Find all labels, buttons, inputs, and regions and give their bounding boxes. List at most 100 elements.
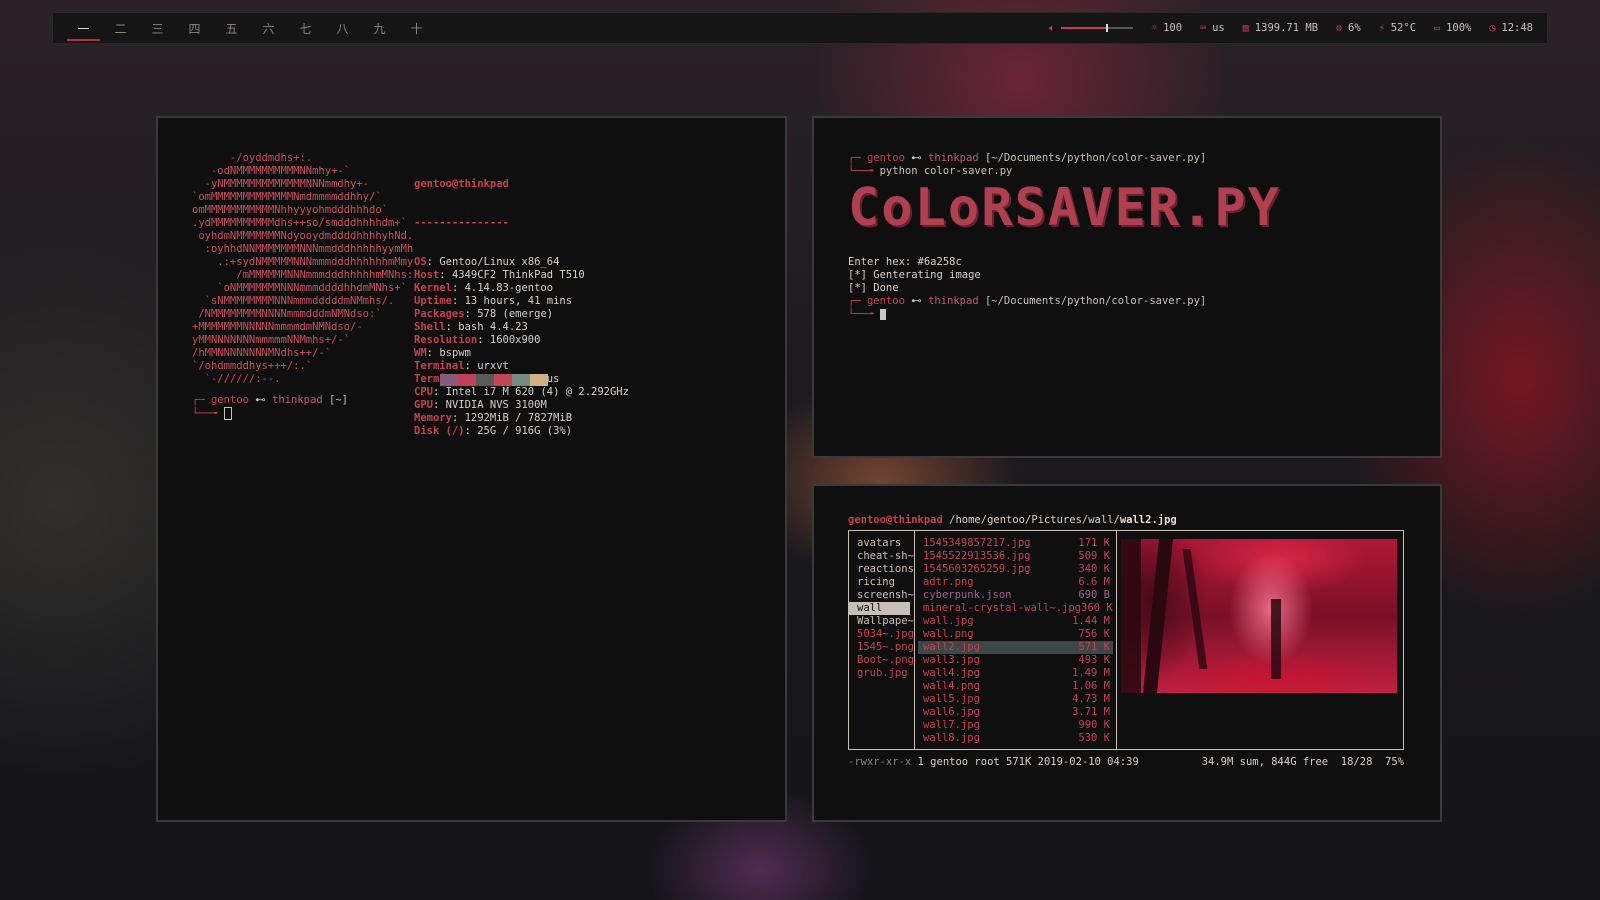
color-swatch	[440, 374, 458, 386]
file-name: wall8.jpg	[923, 732, 980, 744]
parent-entry[interactable]: wall	[849, 602, 910, 615]
info-value: 1292MiB / 7827MiB	[464, 412, 573, 424]
info-row: Disk (/): 25G / 916G (3%)	[414, 425, 629, 438]
info-separator: :	[426, 347, 440, 359]
ascii-line: :oyhhdNNMMMMMMMNNNmmdddhhhhhyymMh	[192, 243, 414, 255]
output-line: Enter hex: #6a258c	[848, 256, 962, 268]
prompt-arrow: ⊷	[911, 152, 922, 164]
file-entry[interactable]: wall.jpg 1.44 M	[915, 615, 1116, 628]
ascii-line: yMMNNNNNNNmmmmmNNMmhs+/-`	[192, 334, 351, 346]
memory-value: 1399.71 MB	[1254, 22, 1319, 34]
volume-knob[interactable]	[1105, 24, 1108, 32]
info-separator: :	[451, 412, 465, 424]
file-entry[interactable]: wall.png 756 K	[915, 628, 1116, 641]
ranger-file-manager[interactable]: gentoo@thinkpad /home/gentoo/Pictures/wa…	[812, 484, 1442, 822]
parent-entry[interactable]: 1545~.png	[849, 641, 914, 654]
volume-widget[interactable]: 🔈︎	[1049, 22, 1134, 34]
parent-entry[interactable]: reactions	[849, 563, 914, 576]
ranger-userhost: gentoo@thinkpad	[848, 514, 943, 526]
cpu-value: 6%	[1348, 22, 1361, 34]
workspace-3[interactable]: 三	[139, 13, 176, 43]
clock-widget: ◷ 12:48	[1489, 22, 1533, 34]
file-entry[interactable]: wall3.jpg 493 K	[915, 654, 1116, 667]
file-entry[interactable]: wall6.jpg 3.71 M	[915, 706, 1116, 719]
prompt-path: [~]	[328, 394, 348, 406]
info-key: OS	[414, 256, 427, 268]
file-entry[interactable]: 1545603265259.jpg 340 K	[915, 563, 1116, 576]
workspace-9[interactable]: 九	[361, 13, 398, 43]
thermometer-icon: ⚡	[1378, 22, 1385, 34]
colorsaver-terminal[interactable]: ┌─ gentoo ⊷ thinkpad [~/Documents/python…	[812, 116, 1442, 458]
parent-entry[interactable]: 5034~.jpg	[849, 628, 914, 641]
file-size: 493 K	[1078, 654, 1110, 666]
workspace-2[interactable]: 二	[102, 13, 139, 43]
parent-entry[interactable]: ricing	[849, 576, 914, 589]
output-line: [*] Genterating image	[848, 269, 981, 281]
ascii-line: `sNMMMMMMMMNNNmmmdddddmNMmhs/.	[192, 295, 395, 307]
info-separator: :	[451, 282, 465, 294]
file-name: 1545603265259.jpg	[923, 563, 1031, 575]
file-entry[interactable]: wall7.jpg 990 K	[915, 719, 1116, 732]
file-entry[interactable]: 1545522913536.jpg 509 K	[915, 550, 1116, 563]
script-output: Enter hex: #6a258c [*] Genterating image[…	[848, 256, 981, 295]
file-size: 1.44 M	[1072, 615, 1110, 627]
parent-entry[interactable]: screensh~	[849, 589, 914, 602]
workspace-5[interactable]: 五	[213, 13, 250, 43]
info-separator: :	[464, 425, 478, 437]
file-entry[interactable]: mineral-crystal-wall~.jpg 360 K	[915, 602, 1116, 615]
prompt-path: [~/Documents/python/color-saver.py]	[984, 152, 1207, 164]
info-key: CPU	[414, 386, 433, 398]
file-entry[interactable]: cyberpunk.json 690 B	[915, 589, 1116, 602]
parent-entry[interactable]: Wallpape~	[849, 615, 914, 628]
file-name: wall5.jpg	[923, 693, 980, 705]
info-row: Host: 4349CF2 ThinkPad T510	[414, 269, 629, 282]
info-row: Shell: bash 4.4.23	[414, 321, 629, 334]
workspace-1[interactable]: 一	[65, 13, 102, 43]
file-entry[interactable]: wall5.jpg 4.73 M	[915, 693, 1116, 706]
workspace-7[interactable]: 七	[287, 13, 324, 43]
clock-icon: ◷	[1489, 22, 1496, 34]
text-cursor[interactable]	[223, 407, 232, 420]
info-value: Gentoo/Linux x86_64	[439, 256, 560, 268]
file-entry[interactable]: 1545349857217.jpg 171 K	[915, 537, 1116, 550]
file-name: cyberpunk.json	[923, 589, 1012, 601]
ascii-line: /NMMMMMMMMNNNNmmmdddmNMNdso:`	[192, 308, 382, 320]
neofetch-terminal[interactable]: -/oyddmdhs+:. -odNMMMMMMMMMMNNmhy+-` -yN…	[156, 116, 787, 822]
file-entry[interactable]: wall8.jpg 530 K	[915, 732, 1116, 745]
parent-entry[interactable]: grub.jpg	[849, 667, 914, 680]
brightness-widget: ☼ 100	[1151, 22, 1182, 34]
workspace-6[interactable]: 六	[250, 13, 287, 43]
gentoo-ascii-logo: -/oyddmdhs+:. -odNMMMMMMMMMMNNmhy+-` -yN…	[192, 152, 413, 386]
ranger-dir: /home/gentoo/Pictures/wall/	[942, 514, 1120, 526]
parent-column[interactable]: avatars cheat-sh~ reactions ricing screensh~…	[849, 531, 915, 749]
temperature-value: 52°C	[1390, 22, 1417, 34]
info-key: Kernel	[414, 282, 452, 294]
workspace-10[interactable]: 十	[398, 13, 435, 43]
image-preview	[1121, 539, 1397, 693]
volume-icon: 🔈︎	[1049, 22, 1056, 34]
file-entry[interactable]: wall2.jpg 571 K	[918, 641, 1113, 654]
volume-slider[interactable]	[1061, 24, 1134, 32]
info-row: WM: bspwm	[414, 347, 629, 360]
ascii-line: `oNMMMMMMMNNNmmmddddhhdmMNhs+`	[192, 282, 407, 294]
file-name: wall2.jpg	[923, 641, 980, 653]
battery-widget: ▭ 100%	[1434, 22, 1471, 34]
ascii-line: -odNMMMMMMMMMMNNmhy+-`	[192, 165, 351, 177]
parent-entry[interactable]: cheat-sh~	[849, 550, 914, 563]
prompt-host: thinkpad	[272, 394, 323, 406]
file-entry[interactable]: wall4.jpg 1.49 M	[915, 667, 1116, 680]
workspace-8[interactable]: 八	[324, 13, 361, 43]
file-entry[interactable]: wall4.png 1.06 M	[915, 680, 1116, 693]
workspace-4[interactable]: 四	[176, 13, 213, 43]
file-entry[interactable]: adtr.png 6.6 M	[915, 576, 1116, 589]
temperature-widget: ⚡ 52°C	[1379, 22, 1416, 34]
file-name: wall4.png	[923, 680, 980, 692]
shell-prompt-1: ┌─ gentoo ⊷ thinkpad [~/Documents/python…	[848, 152, 1207, 177]
file-column[interactable]: 1545349857217.jpg 171 K 1545522913536.jpg 5…	[915, 531, 1117, 749]
info-separator: :	[426, 256, 440, 268]
parent-entry[interactable]: avatars	[849, 537, 914, 550]
parent-entry[interactable]: Boot~.png	[849, 654, 914, 667]
ascii-line: .ydMMMMMMMMMMdhs++so/smdddhhhhdm+`	[192, 217, 407, 229]
brightness-icon: ☼	[1151, 22, 1158, 34]
text-cursor[interactable]	[879, 308, 886, 320]
